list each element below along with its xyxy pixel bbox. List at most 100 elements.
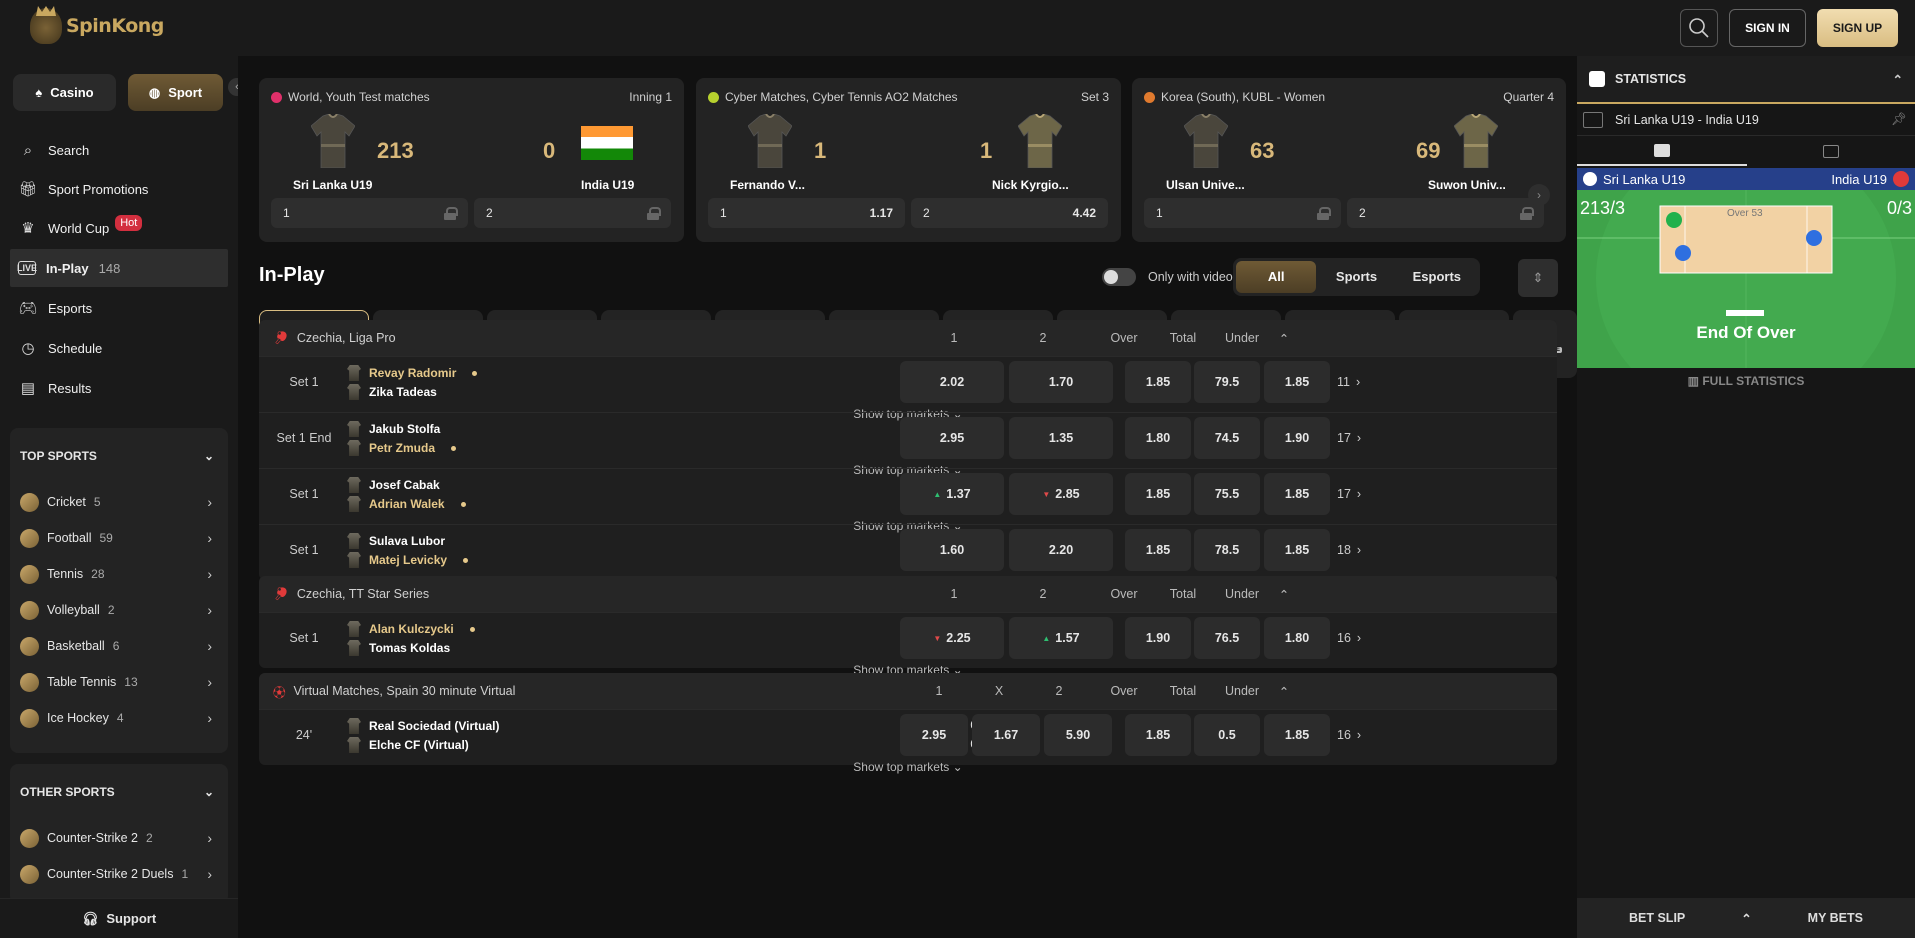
- odds-under-button[interactable]: 1.90: [1264, 417, 1330, 459]
- sport-item-football[interactable]: Football 59 ›: [10, 520, 228, 556]
- menu-schedule[interactable]: ◷ Schedule: [10, 329, 228, 367]
- other-sports-header[interactable]: OTHER SPORTS ⌄: [10, 764, 228, 820]
- odds-x-button[interactable]: 1.67: [972, 714, 1040, 756]
- chevron-up-icon[interactable]: ⌃: [1741, 911, 1751, 926]
- odds-1-button[interactable]: 1.60: [900, 529, 1004, 571]
- filter-esports[interactable]: Esports: [1397, 261, 1477, 293]
- more-markets-link[interactable]: 16 ›: [1337, 631, 1361, 645]
- odds-over-button[interactable]: 1.85: [1125, 714, 1191, 756]
- serving-indicator: [460, 501, 466, 507]
- menu-esports[interactable]: 🎮︎ Esports: [10, 289, 228, 327]
- odds-2-button[interactable]: 1.70: [1009, 361, 1113, 403]
- odds-1-button[interactable]: ▼ 2.25: [900, 617, 1004, 659]
- sign-in-button[interactable]: SIGN IN: [1729, 9, 1806, 47]
- chevron-up-icon[interactable]: ⌃: [1269, 331, 1299, 346]
- chevron-up-icon[interactable]: ⌃: [1269, 587, 1299, 602]
- column-header-under: Under: [1224, 684, 1260, 698]
- search-button[interactable]: [1680, 9, 1718, 47]
- odds-over-button[interactable]: 1.85: [1125, 361, 1191, 403]
- sport-item-cricket[interactable]: Cricket 5 ›: [10, 484, 228, 520]
- sport-item-volleyball[interactable]: Volleyball 2 ›: [10, 592, 228, 628]
- odds-over-button[interactable]: 1.85: [1125, 473, 1191, 515]
- column-header-total: Total: [1169, 587, 1197, 601]
- statistics-header[interactable]: STATISTICS ⌃: [1577, 56, 1915, 104]
- odds-2-button[interactable]: 1.35: [1009, 417, 1113, 459]
- match-row[interactable]: Set 1Revay RadomirZika Tadeas1010002.021…: [259, 356, 1557, 421]
- match-row[interactable]: Set 1Sulava LuborMatej Levicky56001.602.…: [259, 524, 1557, 589]
- sport-count: 2: [146, 831, 153, 845]
- match-row[interactable]: Set 1Alan KulczyckiTomas Koldas4100▼2.25…: [259, 612, 1557, 677]
- odds-1-button[interactable]: 2.95: [900, 417, 1004, 459]
- chevron-up-icon[interactable]: ⌃: [1269, 684, 1299, 699]
- odds-over-button[interactable]: 1.90: [1125, 617, 1191, 659]
- more-markets-link[interactable]: 16 ›: [1337, 728, 1361, 742]
- odds-2-button[interactable]: 5.90: [1044, 714, 1112, 756]
- filter-sports[interactable]: Sports: [1316, 261, 1396, 293]
- sign-up-button[interactable]: SIGN UP: [1817, 9, 1898, 47]
- featured-match-card[interactable]: Korea (South), KUBL - Women Quarter 4 63 69…: [1132, 78, 1566, 242]
- league-header[interactable]: ⚽︎ Virtual Matches, Spain 30 minute Virtu…: [259, 673, 1557, 709]
- odds-under-button[interactable]: 1.85: [1264, 473, 1330, 515]
- show-top-markets-link[interactable]: Show top markets ⌄: [259, 760, 1557, 774]
- odds-home-button[interactable]: 1: [1144, 198, 1341, 228]
- league-header[interactable]: 🏓︎ Czechia, Liga Pro 1 2 Over Total Under ⌃: [259, 320, 1557, 356]
- more-markets-link[interactable]: 18 ›: [1337, 543, 1361, 557]
- odds-under-button[interactable]: 1.80: [1264, 617, 1330, 659]
- support-button[interactable]: 🎧︎ Support: [0, 898, 238, 938]
- odds-under-button[interactable]: 1.85: [1264, 529, 1330, 571]
- odds-over-button[interactable]: 1.80: [1125, 417, 1191, 459]
- more-markets-link[interactable]: 11 ›: [1337, 375, 1360, 389]
- odds-under-button[interactable]: 1.85: [1264, 714, 1330, 756]
- bet-slip-button[interactable]: BET SLIP: [1629, 911, 1685, 925]
- carousel-next-button[interactable]: ›: [1528, 184, 1550, 206]
- odds-1-button[interactable]: 2.02: [900, 361, 1004, 403]
- total-line: 76.5: [1214, 631, 1240, 645]
- tab-stats-chart[interactable]: [1747, 136, 1915, 166]
- odds-away-button[interactable]: 2 4.42: [911, 198, 1108, 228]
- menu-world-cup[interactable]: ♛ World Cup Hot: [10, 209, 228, 247]
- odds-home-button[interactable]: 1: [271, 198, 468, 228]
- logo[interactable]: SpinKong: [30, 8, 164, 44]
- menu-sport-promotions[interactable]: 🎁︎ Sport Promotions: [10, 170, 228, 208]
- featured-match-card[interactable]: World, Youth Test matches Inning 1 213 0 Sri…: [259, 78, 684, 242]
- odds-1-button[interactable]: ▲ 1.37: [900, 473, 1004, 515]
- odds-away-button[interactable]: 2: [474, 198, 671, 228]
- home-team-name: Fernando V...: [730, 178, 805, 192]
- menu-search[interactable]: ⌕ Search: [10, 131, 228, 169]
- filter-all[interactable]: All: [1236, 261, 1317, 293]
- match-selector[interactable]: Sri Lanka U19 - India U19 📌︎: [1577, 104, 1915, 136]
- more-markets-link[interactable]: 17 ›: [1337, 431, 1361, 445]
- menu-results[interactable]: ▤ Results: [10, 369, 228, 407]
- odds-home-button[interactable]: 1 1.17: [708, 198, 905, 228]
- video-toggle[interactable]: [1102, 268, 1136, 286]
- odds-2-button[interactable]: 2.20: [1009, 529, 1113, 571]
- sport-item-counter-strike-2[interactable]: Counter-Strike 2 2 ›: [10, 820, 228, 856]
- full-statistics-link[interactable]: ▥ FULL STATISTICS: [1577, 374, 1915, 388]
- league-header[interactable]: 🏓︎ Czechia, TT Star Series 1 2 Over Total Unde…: [259, 576, 1557, 612]
- odds-2-button[interactable]: ▼ 2.85: [1009, 473, 1113, 515]
- sport-item-counter-strike-2-duels[interactable]: Counter-Strike 2 Duels 1 ›: [10, 856, 228, 892]
- sport-item-tennis[interactable]: Tennis 28 ›: [10, 556, 228, 592]
- chevron-right-icon: ›: [207, 866, 212, 882]
- menu-in-play[interactable]: LIVE In-Play 148: [10, 249, 228, 287]
- sport-item-basketball[interactable]: Basketball 6 ›: [10, 628, 228, 664]
- collapse-all-button[interactable]: ⇕: [1518, 259, 1558, 297]
- match-row[interactable]: Set 1Josef CabakAdrian Walek9600▲1.37▼2.…: [259, 468, 1557, 533]
- casino-button[interactable]: ♠ Casino: [13, 74, 116, 111]
- match-row[interactable]: Set 1 EndJakub StolfaPetr Zmuda611012.95…: [259, 412, 1557, 477]
- my-bets-button[interactable]: MY BETS: [1808, 911, 1863, 925]
- sport-item-table-tennis[interactable]: Table Tennis 13 ›: [10, 664, 228, 700]
- odds-2-button[interactable]: ▲ 1.57: [1009, 617, 1113, 659]
- tab-live-tracker[interactable]: [1577, 136, 1747, 166]
- sport-button[interactable]: ◍ Sport: [128, 74, 223, 111]
- odds-under-button[interactable]: 1.85: [1264, 361, 1330, 403]
- odds-over-button[interactable]: 1.85: [1125, 529, 1191, 571]
- more-markets-link[interactable]: 17 ›: [1337, 487, 1361, 501]
- odds-away-button[interactable]: 2: [1347, 198, 1544, 228]
- odds-1-button[interactable]: 2.95: [900, 714, 968, 756]
- match-row[interactable]: 24' Real Sociedad (Virtual) Elche CF (Virt…: [259, 709, 1557, 774]
- sport-item-ice-hockey[interactable]: Ice Hockey 4 ›: [10, 700, 228, 736]
- top-sports-header[interactable]: TOP SPORTS ⌄: [10, 428, 228, 484]
- sport-label: Sport: [168, 85, 203, 100]
- featured-match-card[interactable]: Cyber Matches, Cyber Tennis AO2 Matches S…: [696, 78, 1121, 242]
